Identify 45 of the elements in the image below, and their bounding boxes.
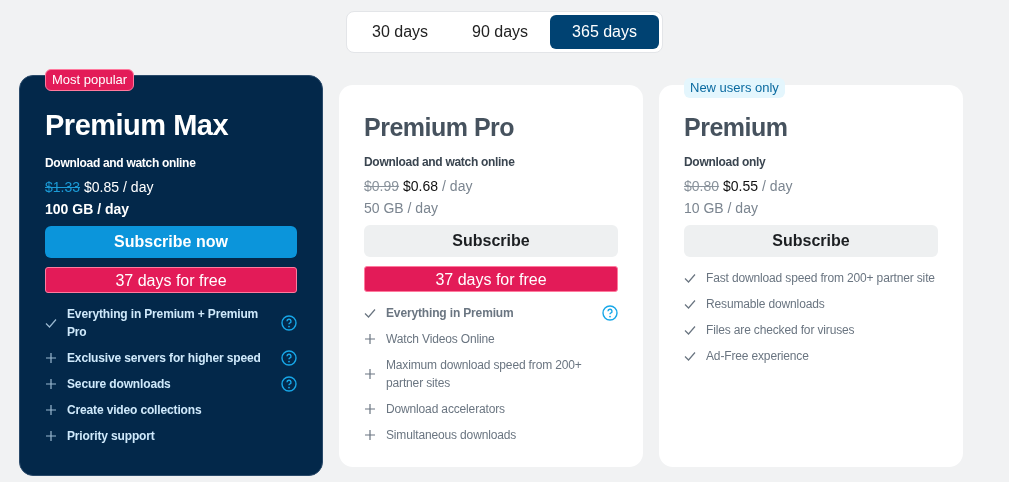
feature-text: Create video collections xyxy=(67,401,203,419)
price: $0.68 xyxy=(403,176,439,196)
feature-text: Secure downloads xyxy=(67,375,172,393)
plan-name: Premium Pro xyxy=(364,112,516,143)
subscribe-button[interactable]: Subscribe xyxy=(684,224,938,257)
quota-text: 50 GB / day xyxy=(364,198,439,218)
help-icon[interactable] xyxy=(281,314,297,331)
feature-text: Resumable downloads xyxy=(706,295,826,313)
period-tab[interactable]: 30 days xyxy=(350,15,451,49)
promo-banner: 37 days for free xyxy=(364,265,618,292)
plan-badge: Most popular xyxy=(45,69,135,91)
feature-text: Fast download speed from 200+ partner site xyxy=(706,269,936,287)
price-period: / day xyxy=(442,176,473,196)
price: $0.85 xyxy=(84,177,120,197)
feature-text: Files are checked for viruses xyxy=(706,321,856,339)
help-icon[interactable] xyxy=(602,304,618,321)
feature-text: Everything in Premium + Premium Pro xyxy=(67,305,260,341)
help-icon[interactable] xyxy=(281,375,297,392)
period-tab[interactable]: 365 days xyxy=(550,15,659,49)
period-tab[interactable]: 90 days xyxy=(450,15,551,49)
plan-badge: New users only xyxy=(684,78,785,98)
promo-banner: 37 days for free xyxy=(45,266,297,293)
old-price: $0.80 xyxy=(684,176,720,196)
feature-text: Maximum download speed from 200+ partner sites xyxy=(386,356,583,392)
feature-text: Priority support xyxy=(67,427,156,445)
plan-name: Premium Max xyxy=(45,108,230,143)
quota-text: 10 GB / day xyxy=(684,198,759,218)
old-price: $1.33 xyxy=(45,177,81,197)
plan-subtitle: Download and watch online xyxy=(364,153,516,171)
feature-text: Simultaneous downloads xyxy=(386,426,518,444)
feature-text: Download accelerators xyxy=(386,400,506,418)
feature-text: Ad-Free experience xyxy=(706,347,810,365)
plan-name: Premium xyxy=(684,112,789,143)
feature-text: Exclusive servers for higher speed xyxy=(67,349,262,367)
subscribe-button[interactable]: Subscribe xyxy=(364,224,618,257)
feature-text: Watch Videos Online xyxy=(386,330,496,348)
plan-subtitle: Download only xyxy=(684,153,767,171)
old-price: $0.99 xyxy=(364,176,400,196)
price-period: / day xyxy=(123,177,154,197)
price: $0.55 xyxy=(723,176,759,196)
plan-subtitle: Download and watch online xyxy=(45,154,197,172)
price-period: / day xyxy=(762,176,793,196)
feature-text: Everything in Premium xyxy=(386,304,515,322)
quota-text: 100 GB / day xyxy=(45,199,131,219)
help-icon[interactable] xyxy=(281,349,297,366)
